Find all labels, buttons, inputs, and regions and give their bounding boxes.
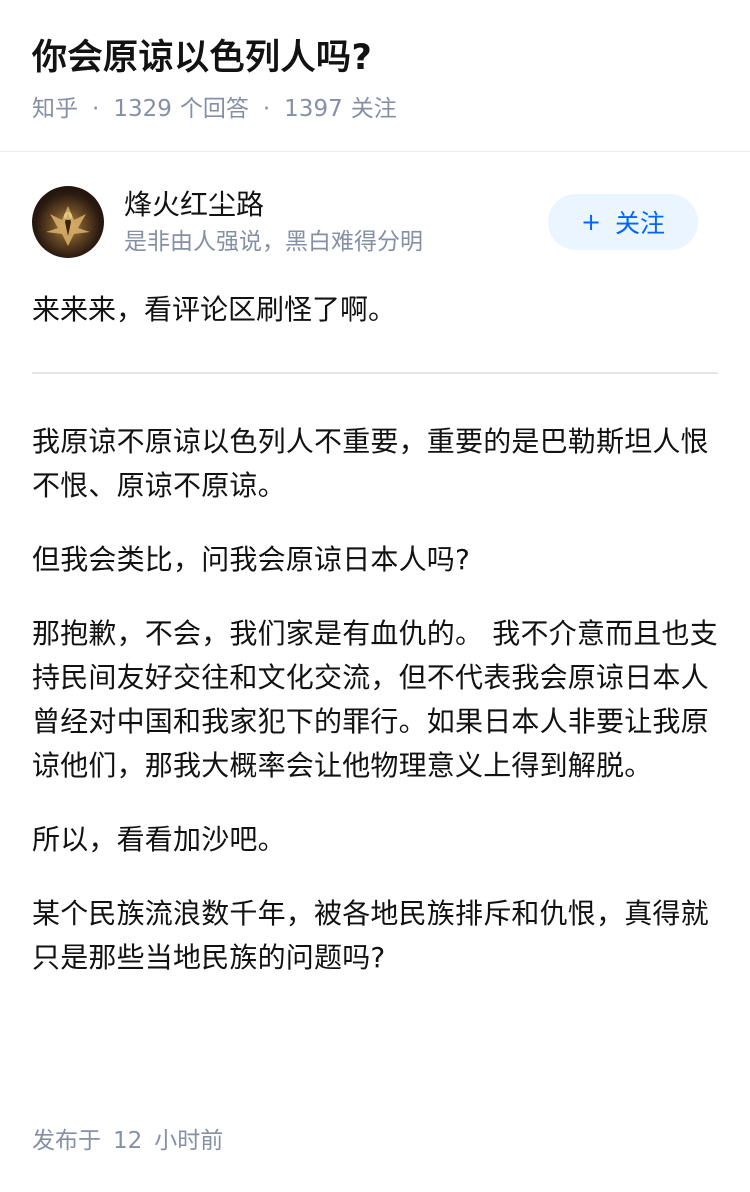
answer-page: 你会原谅以色列人吗? 知乎 · 1329 个回答 · 1397 关注 烽火红尘路… bbox=[0, 0, 750, 1192]
answer-paragraph: 我原谅不原谅以色列人不重要，重要的是巴勒斯坦人恨不恨、原谅不原谅。 bbox=[32, 425, 709, 502]
publish-num: 12 bbox=[113, 1128, 143, 1154]
question-title[interactable]: 你会原谅以色列人吗? bbox=[32, 34, 718, 82]
answers-label[interactable]: 个回答 bbox=[180, 92, 249, 126]
avatar[interactable] bbox=[32, 186, 104, 258]
answer-paragraph: 某个民族流浪数千年，被各地民族排斥和仇恨，真得就只是那些当地民族的问题吗? bbox=[32, 897, 709, 974]
separator-dot: · bbox=[262, 96, 271, 122]
followers-count[interactable]: 1397 bbox=[284, 92, 343, 126]
followers-label[interactable]: 关注 bbox=[351, 92, 397, 126]
author-name[interactable]: 烽火红尘路 bbox=[124, 186, 423, 224]
publish-unit: 小时前 bbox=[154, 1128, 224, 1154]
author-row: 烽火红尘路 是非由人强说，黑白难得分明 + 关注 bbox=[0, 152, 750, 280]
follow-label: 关注 bbox=[615, 209, 666, 238]
answer-intro: 来来来，看评论区刷怪了啊。 bbox=[32, 280, 718, 374]
avatar-image-icon bbox=[46, 206, 90, 246]
author-info: 烽火红尘路 是非由人强说，黑白难得分明 bbox=[124, 186, 423, 258]
publish-time: 发布于 12 小时前 bbox=[32, 1124, 223, 1158]
question-header: 你会原谅以色列人吗? 知乎 · 1329 个回答 · 1397 关注 bbox=[0, 0, 750, 152]
answer-content: 来来来，看评论区刷怪了啊。 我原谅不原谅以色列人不重要，重要的是巴勒斯坦人恨不恨… bbox=[0, 280, 750, 980]
publish-label: 发布于 bbox=[32, 1128, 101, 1154]
answer-paragraph: 那抱歉，不会，我们家是有血仇的。 我不介意而且也支持民间友好交往和文化交流，但不… bbox=[32, 617, 718, 782]
answer-paragraph: 所以，看看加沙吧。 bbox=[32, 823, 286, 856]
author-headline: 是非由人强说，黑白难得分明 bbox=[124, 229, 423, 255]
source-label[interactable]: 知乎 bbox=[32, 92, 78, 126]
answer-paragraph: 但我会类比，问我会原谅日本人吗? bbox=[32, 543, 471, 576]
separator-dot: · bbox=[92, 96, 100, 122]
follow-button[interactable]: + 关注 bbox=[548, 194, 698, 250]
question-meta: 知乎 · 1329 个回答 · 1397 关注 bbox=[32, 92, 718, 126]
plus-icon: + bbox=[580, 208, 602, 236]
answers-count[interactable]: 1329 bbox=[113, 92, 172, 126]
